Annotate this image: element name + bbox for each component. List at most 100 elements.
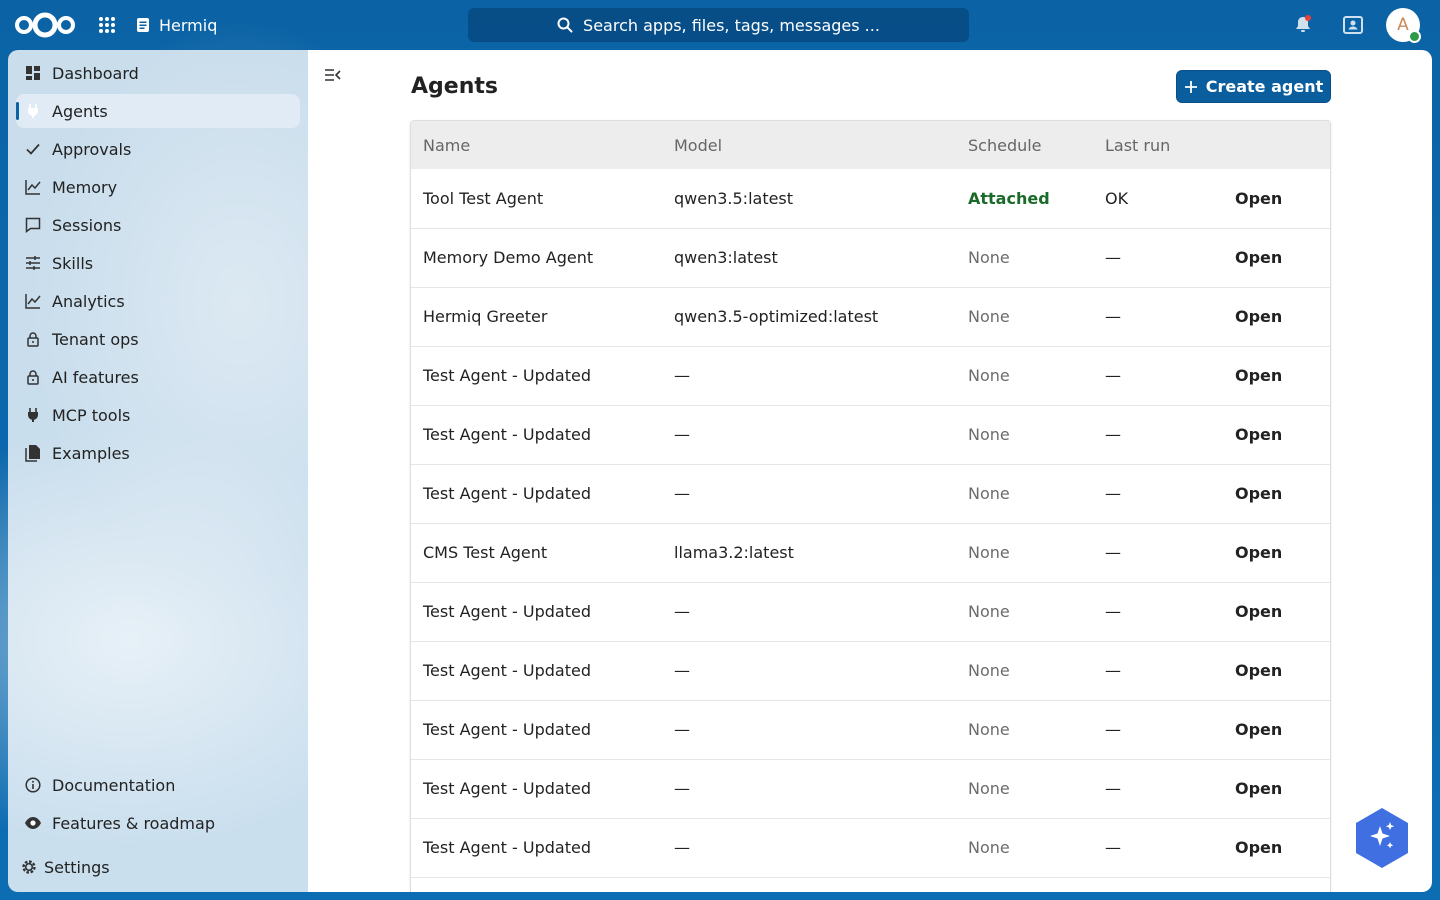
open-agent-link[interactable]: Open bbox=[1223, 346, 1330, 405]
cell-schedule: None bbox=[968, 543, 1010, 562]
lock-icon bbox=[24, 330, 42, 348]
cell-model: qwen3.5:latest bbox=[674, 188, 794, 208]
open-agent-link[interactable]: Open bbox=[1223, 818, 1330, 877]
sidebar-item-label: Documentation bbox=[52, 775, 176, 795]
cell-last-run: — bbox=[1105, 366, 1121, 385]
nextcloud-logo-icon[interactable] bbox=[14, 11, 76, 39]
sidebar-item-label: Agents bbox=[52, 101, 108, 121]
top-header: Hermiq Search apps, files, tags, message… bbox=[0, 0, 1440, 50]
cell-model: — bbox=[674, 425, 690, 444]
table-header-row: Name Model Schedule Last run bbox=[411, 121, 1330, 169]
check-icon bbox=[24, 140, 42, 158]
open-agent-link[interactable]: Open bbox=[1223, 700, 1330, 759]
cell-last-run: — bbox=[1105, 543, 1121, 562]
sidebar-item-ai-features[interactable]: AI features bbox=[16, 360, 300, 394]
sidebar-item-analytics[interactable]: Analytics bbox=[16, 284, 300, 318]
cell-schedule: None bbox=[968, 602, 1010, 621]
app-grid-icon[interactable] bbox=[96, 14, 118, 36]
open-agent-link[interactable]: Open bbox=[1223, 523, 1330, 582]
table-row: CMS Test Agent llama3.2:latest None — Open bbox=[411, 523, 1330, 582]
search-icon bbox=[557, 17, 573, 33]
plug-icon bbox=[24, 406, 42, 424]
table-row: Tool Test Agent qwen3.5:latest Attached OK O… bbox=[411, 169, 1330, 228]
open-agent-link[interactable]: Open bbox=[1223, 405, 1330, 464]
toggle-navigation-icon[interactable] bbox=[324, 66, 342, 84]
sidebar-item-label: Approvals bbox=[52, 139, 132, 159]
cell-model: — bbox=[674, 602, 690, 621]
sidebar-item-label: Examples bbox=[52, 443, 130, 463]
open-agent-link[interactable]: Open bbox=[1223, 169, 1330, 228]
avatar-initial: A bbox=[1397, 15, 1409, 35]
table-row: Test Agent - Updated — None — Open bbox=[411, 759, 1330, 818]
cell-model: — bbox=[674, 661, 690, 680]
sidebar-item-approvals[interactable]: Approvals bbox=[16, 132, 300, 166]
column-header-actions bbox=[1223, 121, 1330, 169]
table-row: Test Agent - Updated — None — Open bbox=[411, 346, 1330, 405]
sidebar-item-memory[interactable]: Memory bbox=[16, 170, 300, 204]
plus-icon bbox=[1184, 80, 1197, 93]
settings-button[interactable]: Settings bbox=[16, 850, 300, 884]
sidebar-item-label: MCP tools bbox=[52, 405, 131, 425]
open-agent-link[interactable]: Open bbox=[1223, 641, 1330, 700]
cell-schedule: None bbox=[968, 484, 1010, 503]
ai-assistant-sparkle-icon[interactable] bbox=[1356, 808, 1408, 868]
page-title: Agents bbox=[411, 74, 498, 99]
agents-table: Name Model Schedule Last run Tool Test A… bbox=[410, 120, 1331, 892]
sidebar-item-label: Memory bbox=[52, 177, 118, 197]
cell-name: Test Agent - Updated bbox=[423, 484, 591, 503]
table-row: Test Agent - Updated — None — Open bbox=[411, 641, 1330, 700]
open-agent-link[interactable]: Open bbox=[1223, 582, 1330, 641]
cell-model: — bbox=[674, 720, 690, 739]
table-row: Test Agent - Updated — None — Open bbox=[411, 464, 1330, 523]
open-agent-link[interactable]: Open bbox=[1223, 464, 1330, 523]
cell-last-run: — bbox=[1105, 484, 1121, 503]
sidebar-item-examples[interactable]: Examples bbox=[16, 436, 300, 470]
table-row: Test Agent - Updated — None — Open bbox=[411, 818, 1330, 877]
sidebar-item-label: Skills bbox=[52, 253, 94, 273]
sidebar-item-label: Analytics bbox=[52, 291, 125, 311]
open-agent-link[interactable]: Open bbox=[1223, 759, 1330, 818]
cell-name: Test Agent - Updated bbox=[423, 838, 591, 857]
online-status-badge bbox=[1408, 30, 1421, 43]
create-agent-button[interactable]: Create agent bbox=[1176, 70, 1331, 103]
sidebar-footer-links: Documentation Features & roadmap bbox=[16, 768, 300, 844]
global-search-input[interactable]: Search apps, files, tags, messages ... bbox=[468, 8, 969, 42]
sidebar-item-label: Sessions bbox=[52, 215, 122, 235]
settings-label: Settings bbox=[44, 857, 110, 877]
cell-schedule: None bbox=[968, 720, 1010, 739]
sidebar-item-sessions[interactable]: Sessions bbox=[16, 208, 300, 242]
user-avatar[interactable]: A bbox=[1386, 8, 1421, 43]
sidebar-item-dashboard[interactable]: Dashboard bbox=[16, 56, 300, 90]
sidebar-item-skills[interactable]: Skills bbox=[16, 246, 300, 280]
open-agent-link[interactable]: Open bbox=[1223, 228, 1330, 287]
plug-icon bbox=[24, 102, 42, 120]
table-row: Memory Demo Agent qwen3:latest None — Open bbox=[411, 228, 1330, 287]
cell-model: — bbox=[674, 484, 690, 503]
cell-name: Tool Test Agent bbox=[423, 188, 544, 208]
cell-name: Test Agent - Updated bbox=[423, 602, 591, 621]
open-agent-link[interactable]: Open bbox=[1223, 287, 1330, 346]
notifications-bell-icon[interactable] bbox=[1291, 13, 1315, 37]
sidebar-item-label: Tenant ops bbox=[52, 329, 139, 349]
cell-name: Test Agent - Updated bbox=[423, 366, 591, 385]
contacts-icon[interactable] bbox=[1341, 13, 1365, 37]
sidebar-item-label: Features & roadmap bbox=[52, 813, 215, 833]
cell-last-run: — bbox=[1105, 602, 1121, 621]
sidebar-item-mcp-tools[interactable]: MCP tools bbox=[16, 398, 300, 432]
cell-last-run: — bbox=[1105, 661, 1121, 680]
cell-last-run: — bbox=[1105, 425, 1121, 444]
sidebar-item-tenant-ops[interactable]: Tenant ops bbox=[16, 322, 300, 356]
cell-schedule: None bbox=[968, 779, 1010, 798]
main-content: Agents Create agent Name Model Schedule … bbox=[308, 50, 1432, 892]
documents-icon bbox=[24, 444, 42, 462]
cell-schedule: None bbox=[968, 661, 1010, 680]
sidebar-item-agents[interactable]: Agents bbox=[16, 94, 300, 128]
chart-line-icon bbox=[24, 178, 42, 196]
sidebar-item-documentation[interactable]: Documentation bbox=[16, 768, 300, 802]
cell-name: Memory Demo Agent bbox=[423, 248, 594, 267]
sidebar-item-label: AI features bbox=[52, 367, 139, 387]
table-row: Hermiq Greeter qwen3.5-optimized:latest No… bbox=[411, 287, 1330, 346]
table-row: Test Agent - Updated — None — Open bbox=[411, 582, 1330, 641]
current-app-link[interactable]: Hermiq bbox=[135, 14, 217, 36]
sidebar-item-features-roadmap[interactable]: Features & roadmap bbox=[16, 806, 300, 840]
